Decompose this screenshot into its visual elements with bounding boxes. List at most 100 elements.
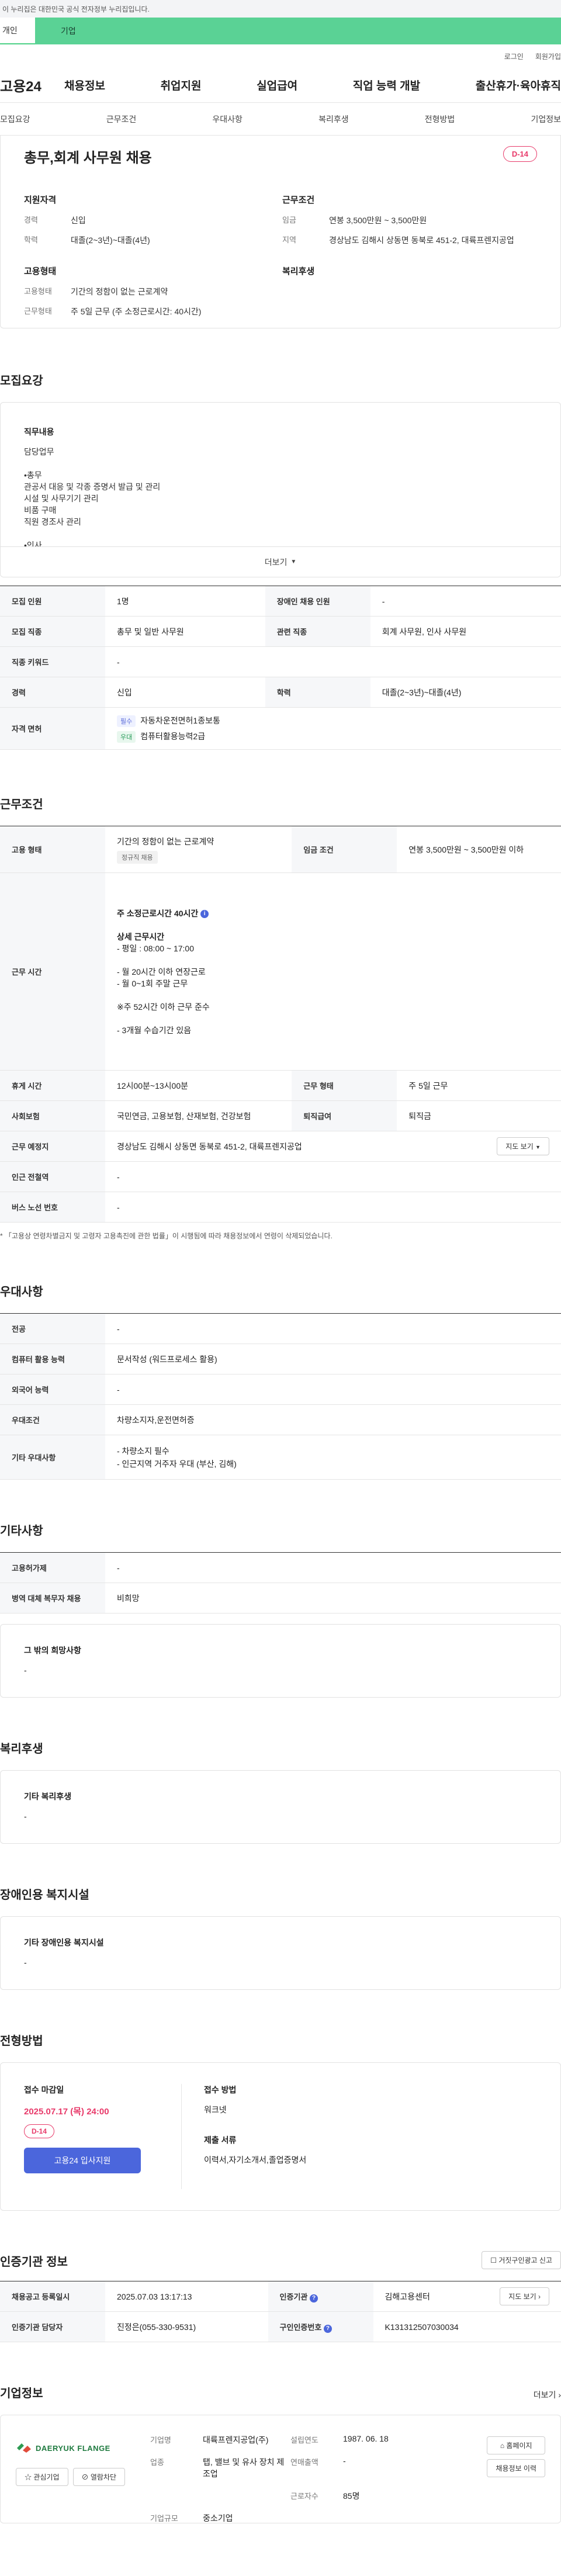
- employment-heading: 고용형태: [24, 266, 57, 277]
- cell-label: 직종 키워드: [0, 646, 105, 677]
- company-logo-text: DAERYUK FLANGE: [36, 2443, 110, 2453]
- gnb-item-leave[interactable]: 출산휴가·육아휴직: [476, 77, 561, 93]
- cell-value: 국민연금, 고용보험, 산재보험, 건강보험: [105, 1100, 292, 1131]
- cell-value: 총무 및 일반 사무원: [105, 616, 265, 647]
- recruit-section-title: 모집요강: [0, 367, 561, 394]
- docs-label: 제출 서류: [204, 2135, 237, 2145]
- signup-link[interactable]: 회원가입: [535, 51, 561, 61]
- company-field-label: 설립연도: [290, 2436, 318, 2445]
- tab-company[interactable]: 기업: [35, 18, 561, 44]
- anchor-company[interactable]: 기업정보: [531, 113, 561, 125]
- dday-badge: D-14: [503, 146, 537, 162]
- company-heading: 기업정보: [0, 2387, 43, 2400]
- hours-line: 주 소정근로시간 40시간: [117, 908, 199, 918]
- chevron-down-icon: ▼: [290, 559, 297, 565]
- anchor-work[interactable]: 근무조건: [106, 113, 137, 125]
- anchor-apply[interactable]: 전형방법: [425, 113, 455, 125]
- qualification-heading: 지원자격: [24, 195, 57, 205]
- gnb-item-unemployment[interactable]: 실업급여: [257, 77, 297, 93]
- cell-value: 대졸(2~3년)~대졸(4년): [370, 677, 561, 708]
- map-button-label: 지도 보기: [505, 1142, 534, 1151]
- info-icon[interactable]: ?: [310, 2294, 318, 2303]
- gnb-item-employment-support[interactable]: 취업지원: [161, 77, 202, 93]
- desc-title: 직무내용: [24, 427, 54, 437]
- company-field-value: 85명: [343, 2491, 360, 2501]
- cell-label: 고용허가제: [0, 1552, 105, 1583]
- interest-button[interactable]: ☆ 관심기업: [16, 2468, 68, 2486]
- company-more-link[interactable]: 더보기 ›: [534, 2389, 561, 2401]
- qual-label: 경력: [24, 216, 38, 224]
- user-type-tabs: 개인 기업: [0, 18, 561, 44]
- company-field-label: 기업명: [150, 2436, 171, 2445]
- cell-label: 모집 인원: [0, 586, 105, 617]
- etc-section-title: 기타사항: [0, 1517, 561, 1544]
- gnb-item-training[interactable]: 직업 능력 개발: [353, 77, 420, 93]
- star-icon: ☆: [25, 2473, 32, 2481]
- more-label: 더보기: [264, 557, 288, 567]
- cell-value: -: [105, 646, 561, 677]
- desc-line: 관공서 대응 및 각종 증명서 발급 및 관리: [24, 482, 161, 491]
- cell-value: 2025.07.03 13:17:13: [105, 2281, 268, 2312]
- report-button[interactable]: ☐ 거짓구인광고 신고: [482, 2251, 561, 2269]
- cell-label: 사회보험: [0, 1100, 105, 1131]
- cell-value: 신입: [105, 677, 265, 708]
- gnb-item-jobs[interactable]: 채용정보: [64, 77, 105, 93]
- apply-button[interactable]: 고용24 입사지원: [24, 2148, 141, 2173]
- section-anchor-tabs: 모집요강 근무조건 우대사항 복리후생 전형방법 기업정보: [0, 103, 561, 136]
- deadline-value: 2025.07.17 (목) 24:00: [24, 2107, 109, 2117]
- agency-map-button[interactable]: 지도 보기 ›: [500, 2287, 549, 2305]
- company-more-label: 더보기: [533, 2390, 556, 2400]
- chevron-right-icon: ›: [558, 2390, 561, 2400]
- cell-value: -: [105, 1374, 561, 1405]
- company-field-value: -: [343, 2456, 346, 2466]
- welfare-section-title: 복리후생: [0, 1735, 561, 1762]
- disabled-value: -: [24, 1958, 27, 1967]
- cell-label: 경력: [0, 677, 105, 708]
- qualification-block: 지원자격 경력 신입 학력 대졸(2~3년)~대졸(4년): [24, 193, 282, 254]
- place-cell: 경상남도 김해시 상동면 동북로 451-2, 대륙프렌지공업 지도 보기 ▼: [105, 1131, 561, 1162]
- info-icon: i: [200, 909, 209, 918]
- desc-line: •총무: [24, 470, 42, 480]
- login-link[interactable]: 로그인: [504, 51, 524, 61]
- place-value: 경상남도 김해시 상동면 동북로 451-2, 대륙프렌지공업: [117, 1141, 302, 1151]
- license-name: 자동차운전면허1종보통: [140, 715, 220, 725]
- homepage-button[interactable]: ⌂ 홈페이지: [487, 2436, 545, 2454]
- desc-line: 비품 구매: [24, 505, 57, 515]
- table-row: 인증기관 담당자 진정은(055-330-9531) 구인인증번호 ? K131…: [0, 2311, 561, 2342]
- license-name: 컴퓨터활용능력2급: [140, 731, 206, 741]
- anchor-pref[interactable]: 우대사항: [212, 113, 243, 125]
- employment-block: 고용형태 고용형태 기간의 정함이 없는 근로계약 근무형태 주 5일 근무 (주 …: [24, 265, 282, 326]
- cell-label: 전공: [0, 1313, 105, 1344]
- jobs-history-button[interactable]: 채용정보 이력: [487, 2459, 545, 2477]
- cell-label: 우대조건: [0, 1404, 105, 1435]
- cell-label: 병역 대체 복무자 채용: [0, 1583, 105, 1614]
- cell-label: 인근 전철역: [0, 1161, 105, 1192]
- cond-label: 임금: [282, 216, 296, 224]
- block-button[interactable]: ⊘ 열람차단: [72, 2468, 126, 2486]
- anchor-recruit[interactable]: 모집요강: [0, 113, 30, 125]
- gov-banner: 이 누리집은 대한민국 공식 전자정부 누리집입니다.: [0, 0, 561, 18]
- anchor-welfare[interactable]: 복리후생: [318, 113, 349, 125]
- chevron-right-icon: ›: [538, 2293, 541, 2301]
- table-row: 버스 노선 번호 -: [0, 1192, 561, 1223]
- table-row: 자격 면허 필수 자동차운전면허1종보통 우대 컴퓨터활용능력2급: [0, 707, 561, 750]
- method-block: 접수 방법 워크넷 제출 서류 이력서,자기소개서,졸업증명서: [182, 2084, 537, 2189]
- site-logo[interactable]: 고용24: [0, 75, 64, 95]
- info-icon[interactable]: ?: [323, 2324, 332, 2333]
- company-logo-block: DAERYUK FLANGE ☆ 관심기업 ⊘ 열람차단: [16, 2434, 150, 2486]
- method-value: 워크넷: [204, 2105, 227, 2114]
- disabled-heading: 장애인용 복지시설: [0, 1889, 89, 1902]
- map-button[interactable]: 지도 보기 ▼: [497, 1137, 549, 1155]
- wish-title: 그 밖의 희망사항: [24, 1646, 81, 1655]
- work-heading: 근무조건: [0, 798, 43, 811]
- pref-table: 전공 - 컴퓨터 활용 능력 문서작성 (워드프로세스 활용) 외국어 능력 - 우대…: [0, 1313, 561, 1480]
- tab-individual[interactable]: 개인: [0, 18, 35, 44]
- docs-value: 이력서,자기소개서,졸업증명서: [204, 2155, 307, 2165]
- cond-label: 지역: [282, 235, 296, 244]
- more-button[interactable]: 더보기 ▼: [1, 546, 560, 577]
- no-label: 구인인증번호: [279, 2322, 322, 2332]
- company-field-value: 대륙프렌지공업(주): [203, 2435, 269, 2445]
- company-section-title: 기업정보 더보기 ›: [0, 2380, 561, 2407]
- table-row: 우대조건 차량소지자,운전면허증: [0, 1404, 561, 1435]
- apply-section-title: 전형방법: [0, 2027, 561, 2054]
